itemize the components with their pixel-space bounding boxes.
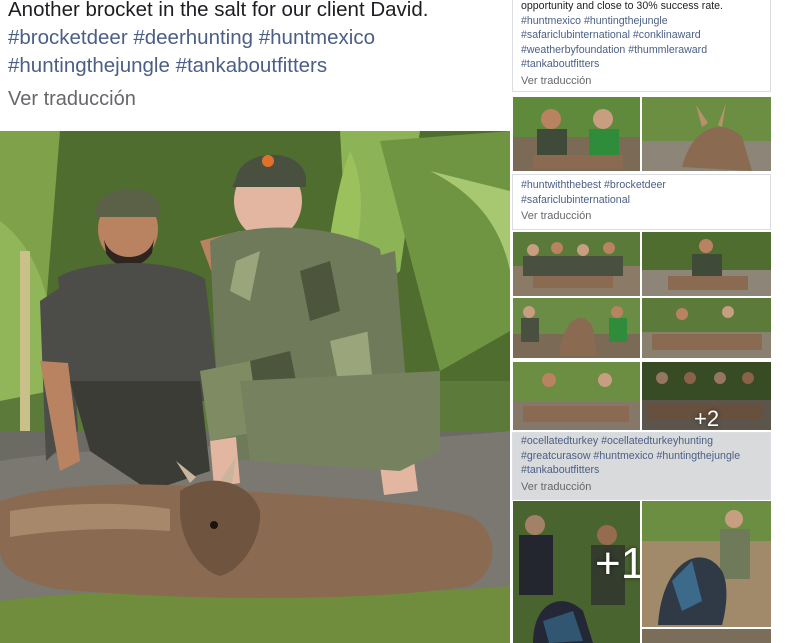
- post-1-photo-a[interactable]: [513, 97, 640, 171]
- related-post-1[interactable]: opportunity and close to 30% success rat…: [512, 0, 771, 92]
- post-3-see-translation[interactable]: Ver traducción: [513, 478, 770, 493]
- related-post-2-text: #huntwiththebest #brocketdeer #safariclu…: [513, 175, 770, 207]
- related-post-3-text: #ocellatedturkey #ocellatedturkeyhunting…: [513, 433, 770, 478]
- post-1-hashtags-1[interactable]: #huntmexico #huntingthejungle: [521, 14, 762, 29]
- post-3-photo-b[interactable]: [642, 501, 771, 627]
- post-2-photo-f[interactable]: +2: [642, 362, 771, 430]
- post-2-photo-d[interactable]: [642, 298, 771, 358]
- post-3-hashtags-1[interactable]: #ocellatedturkey #ocellatedturkeyhunting: [521, 434, 762, 449]
- post-3-photo-a[interactable]: +12: [513, 501, 640, 643]
- related-posts-column: opportunity and close to 30% success rat…: [512, 0, 800, 643]
- hunt-photo-image: [0, 131, 510, 643]
- post-3-photo-c[interactable]: [642, 629, 771, 643]
- post-1-hashtags-3[interactable]: #weatherbyfoundation #thummleraward: [521, 43, 762, 58]
- caption-text: Another brocket in the salt for our clie…: [8, 0, 429, 21]
- post-2-photo-b[interactable]: [642, 232, 771, 296]
- main-post: Another brocket in the salt for our clie…: [0, 0, 510, 643]
- post-1-see-translation[interactable]: Ver traducción: [513, 72, 770, 87]
- post-3-photo-grid: +12: [512, 500, 771, 643]
- caption-hashtags[interactable]: #brocketdeer #deerhunting #huntmexico: [8, 24, 508, 52]
- related-post-1-text: opportunity and close to 30% success rat…: [513, 0, 770, 72]
- related-post-3[interactable]: #ocellatedturkey #ocellatedturkeyhunting…: [512, 432, 771, 500]
- post-2-photo-c[interactable]: [513, 298, 640, 358]
- post-1-photo-b[interactable]: [642, 97, 771, 171]
- post-2-photo-a[interactable]: [513, 232, 640, 296]
- post-photo[interactable]: [0, 131, 510, 643]
- post-1-line-1: opportunity and close to 30% success rat…: [521, 0, 723, 12]
- post-2-see-translation[interactable]: Ver traducción: [513, 207, 770, 222]
- post-1-photo-grid: [512, 96, 771, 172]
- post-3-hashtags-2[interactable]: #greatcurasow #huntmexico #huntingthejun…: [521, 449, 762, 464]
- see-translation-link[interactable]: Ver traducción: [8, 88, 136, 111]
- post-1-hashtags-4[interactable]: #tankaboutfitters: [521, 57, 762, 72]
- post-3-hashtags-3[interactable]: #tankaboutfitters: [521, 463, 762, 478]
- post-caption: Another brocket in the salt for our clie…: [8, 0, 508, 80]
- related-post-2[interactable]: #huntwiththebest #brocketdeer #safariclu…: [512, 174, 771, 230]
- post-3-more-count[interactable]: +12: [595, 539, 640, 589]
- post-2-photo-grid: +2: [512, 231, 771, 431]
- post-2-photo-e[interactable]: [513, 362, 640, 430]
- post-2-hashtags-2[interactable]: #safariclubinternational: [521, 193, 762, 208]
- post-2-more-count[interactable]: +2: [694, 406, 719, 430]
- post-1-hashtags-2[interactable]: #safariclubinternational #conklinaward: [521, 28, 762, 43]
- post-2-hashtags-1[interactable]: #huntwiththebest #brocketdeer: [521, 178, 762, 193]
- caption-hashtags-2[interactable]: #huntingthejungle #tankaboutfitters: [8, 52, 508, 80]
